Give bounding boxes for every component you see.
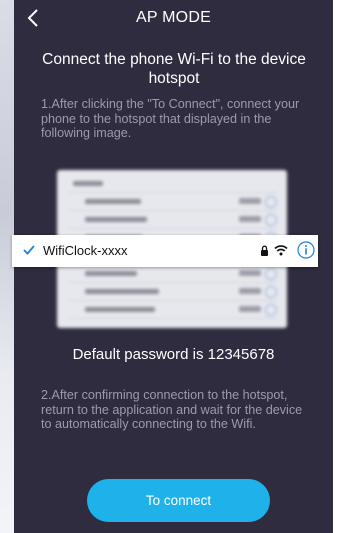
checkmark-icon bbox=[23, 245, 35, 255]
nav-bar: AP MODE bbox=[14, 0, 333, 36]
step-1-text: 1.After clicking the "To Connect", conne… bbox=[41, 97, 300, 140]
background-edge-right bbox=[333, 0, 341, 533]
info-icon[interactable] bbox=[297, 241, 315, 259]
to-connect-button[interactable]: To connect bbox=[87, 479, 270, 522]
wifi-ssid: WifiClock-xxxx bbox=[43, 243, 128, 258]
step-2-text: 2.After confirming connection to the hot… bbox=[41, 388, 303, 431]
page-title: AP MODE bbox=[136, 9, 211, 26]
default-password-text: Default password is 12345678 bbox=[72, 346, 275, 363]
instruction-heading: Connect the phone Wi-Fi to the device ho… bbox=[42, 51, 306, 87]
wifi-network-row: WifiClock-xxxx bbox=[12, 235, 318, 267]
lock-icon bbox=[261, 245, 268, 256]
wifi-icon bbox=[274, 245, 288, 256]
